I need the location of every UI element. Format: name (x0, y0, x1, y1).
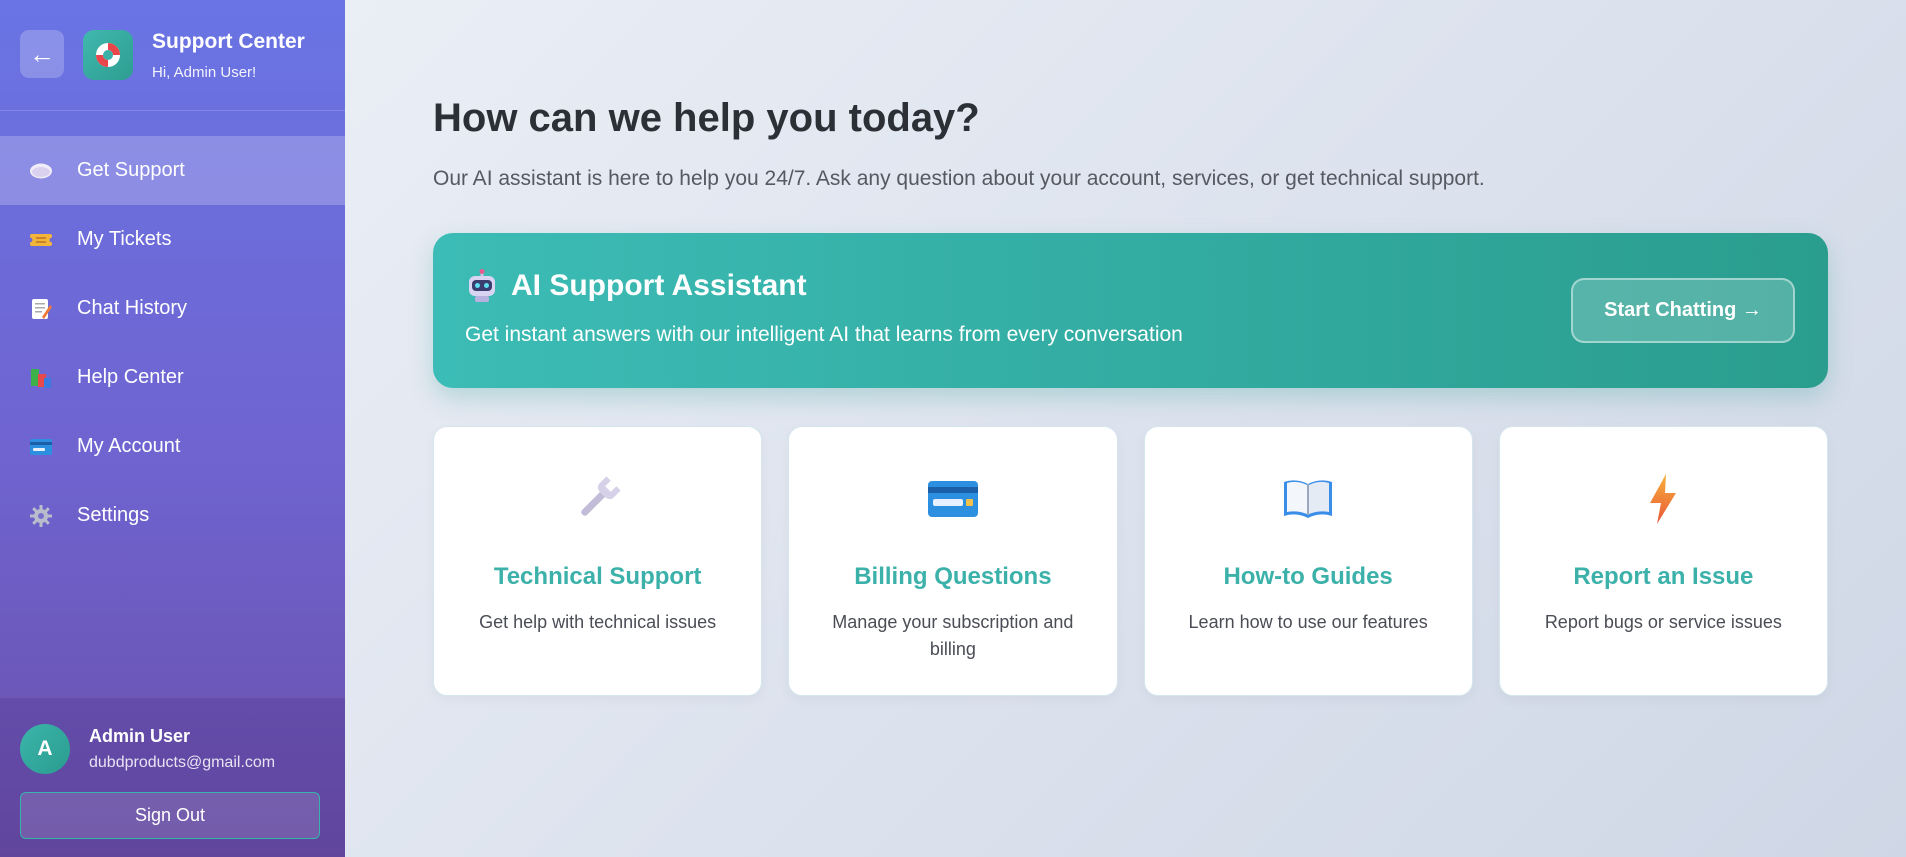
books-icon (28, 365, 54, 391)
lifebuoy-icon (83, 30, 133, 80)
avatar: A (20, 724, 70, 774)
credit-card-icon (28, 434, 54, 460)
app-title: Support Center (152, 30, 305, 53)
sidebar-item-chat-history[interactable]: Chat History (0, 274, 345, 343)
wrench-icon (434, 473, 761, 525)
sign-out-button[interactable]: Sign Out (20, 792, 320, 839)
speech-bubble-icon (28, 158, 54, 184)
sidebar-nav: Get Support My Tickets Chat History Help… (0, 136, 345, 550)
lightning-icon (1500, 473, 1827, 525)
sidebar-item-label: My Account (77, 435, 181, 457)
ai-assistant-banner: AI Support Assistant Get instant answers… (433, 233, 1828, 388)
card-title: How-to Guides (1223, 563, 1393, 590)
card-description: Learn how to use our features (1188, 612, 1428, 632)
sidebar-item-label: My Tickets (77, 228, 172, 250)
sidebar-footer: A Admin User dubdproducts@gmail.com Sign… (0, 697, 345, 857)
banner-title: AI Support Assistant (511, 269, 807, 302)
sidebar-item-label: Help Center (77, 366, 184, 388)
card-title: Billing Questions (854, 563, 1052, 590)
sidebar-item-my-account[interactable]: My Account (0, 412, 345, 481)
card-billing-questions[interactable]: Billing Questions Manage your subscripti… (788, 426, 1118, 696)
card-description: Manage your subscription and billing (832, 612, 1074, 659)
page-title: How can we help you today? (433, 96, 980, 140)
card-description: Get help with technical issues (479, 612, 717, 632)
page-subtitle: Our AI assistant is here to help you 24/… (433, 167, 1485, 190)
open-book-icon (1145, 473, 1472, 525)
card-how-to-guides[interactable]: How-to Guides Learn how to use our featu… (1143, 426, 1473, 696)
sidebar-item-get-support[interactable]: Get Support (0, 136, 345, 205)
brand: Support Center Hi, Admin User! (152, 30, 305, 81)
credit-card-icon (789, 473, 1116, 525)
sidebar-item-help-center[interactable]: Help Center (0, 343, 345, 412)
sidebar-item-my-tickets[interactable]: My Tickets (0, 205, 345, 274)
ticket-icon (28, 227, 54, 253)
card-title: Technical Support (493, 563, 702, 590)
gear-icon (28, 503, 54, 529)
sidebar-item-settings[interactable]: Settings (0, 481, 345, 550)
support-cards: Technical Support Get help with technica… (433, 426, 1828, 696)
card-description: Report bugs or service issues (1544, 612, 1782, 632)
user-profile: A Admin User dubdproducts@gmail.com (20, 724, 325, 774)
user-info: Admin User dubdproducts@gmail.com (89, 726, 275, 772)
card-report-an-issue[interactable]: Report an Issue Report bugs or service i… (1498, 426, 1828, 696)
sidebar: ← Support Center Hi, Admin User! Get Sup… (0, 0, 345, 857)
user-name: Admin User (89, 726, 191, 746)
memo-icon (28, 296, 54, 322)
sidebar-item-label: Get Support (77, 159, 185, 181)
card-technical-support[interactable]: Technical Support Get help with technica… (433, 426, 763, 696)
sidebar-item-label: Chat History (77, 297, 188, 319)
card-title: Report an Issue (1573, 563, 1754, 590)
main-content: How can we help you today? Our AI assist… (433, 0, 1828, 696)
sidebar-item-label: Settings (77, 504, 150, 526)
back-button[interactable]: ← (20, 30, 64, 78)
start-chatting-button[interactable]: Start Chatting → (1571, 278, 1795, 343)
user-email: dubdproducts@gmail.com (89, 754, 276, 771)
sidebar-header: ← Support Center Hi, Admin User! (0, 0, 345, 111)
robot-icon (465, 269, 499, 303)
user-greeting: Hi, Admin User! (152, 64, 257, 81)
